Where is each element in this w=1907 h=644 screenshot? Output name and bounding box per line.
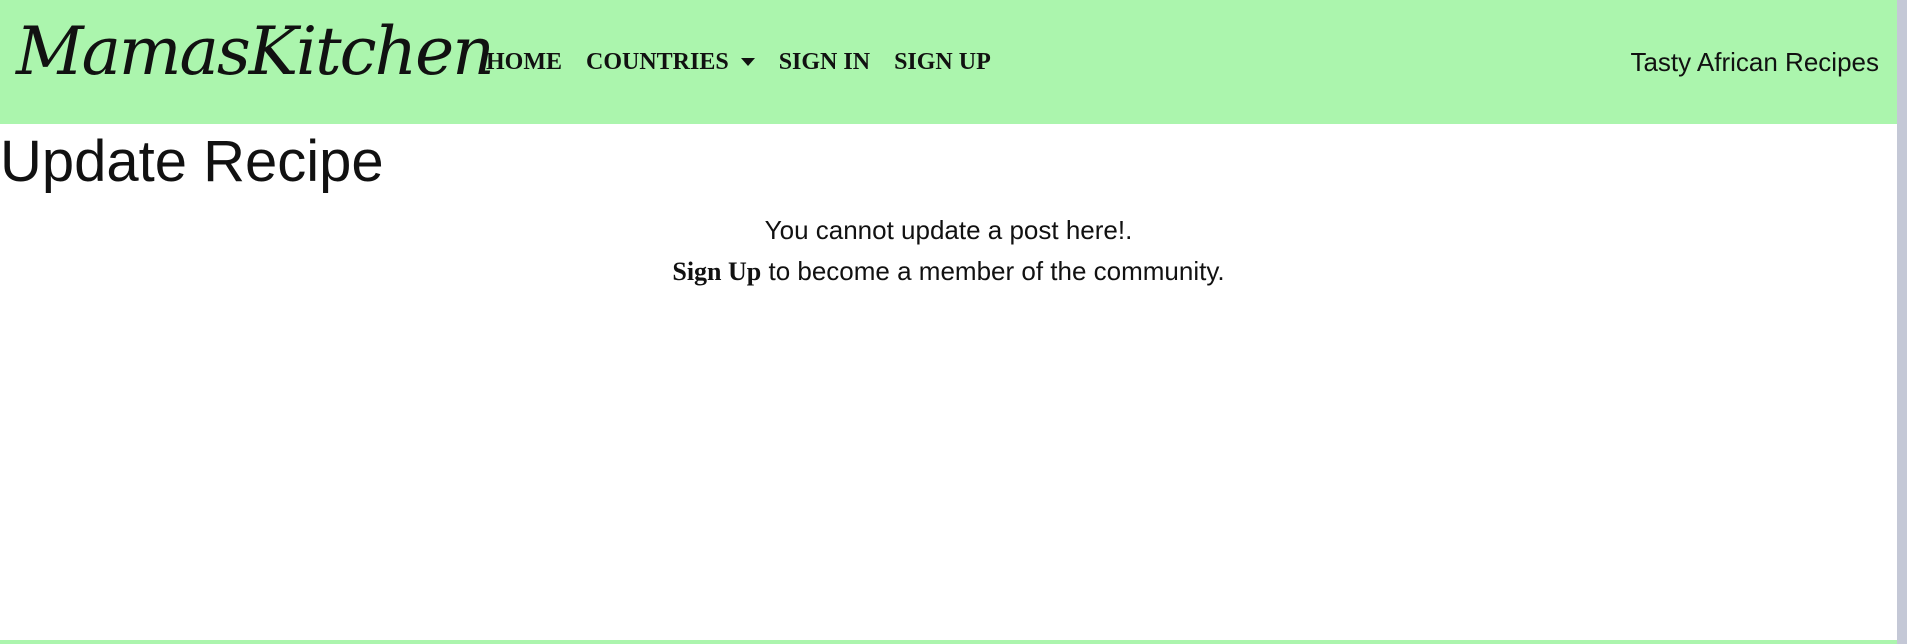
- message-line-2-text: to become a member of the community.: [761, 256, 1225, 286]
- window-scrollbar[interactable]: [1897, 0, 1907, 644]
- nav-sign-in-link[interactable]: SIGN IN: [779, 49, 870, 76]
- main-nav: HOME COUNTRIES SIGN IN SIGN UP: [486, 44, 1015, 80]
- nav-home-label: HOME: [486, 48, 562, 75]
- page: MamasKitchen HOME COUNTRIES SIGN IN SIGN…: [0, 0, 1907, 644]
- page-title: Update Recipe: [0, 129, 384, 194]
- brand-logo[interactable]: MamasKitchen: [16, 4, 495, 100]
- navbar: MamasKitchen HOME COUNTRIES SIGN IN SIGN…: [0, 0, 1897, 124]
- nav-countries-label: COUNTRIES: [586, 48, 729, 75]
- sign-up-link[interactable]: Sign Up: [672, 257, 761, 286]
- nav-sign-up-label: SIGN UP: [894, 48, 991, 75]
- caret-down-icon: [740, 58, 755, 66]
- message-line-2: Sign Up to become a member of the commun…: [0, 251, 1897, 292]
- permission-message: You cannot update a post here!. Sign Up …: [0, 210, 1897, 292]
- site-tagline: Tasty African Recipes: [1630, 47, 1879, 77]
- nav-sign-up-link[interactable]: SIGN UP: [894, 49, 991, 76]
- footer-divider: [0, 640, 1897, 644]
- nav-sign-in-label: SIGN IN: [778, 48, 871, 75]
- nav-home-link[interactable]: HOME: [486, 49, 562, 76]
- nav-countries-dropdown[interactable]: COUNTRIES: [586, 49, 755, 76]
- message-line-1: You cannot update a post here!.: [764, 215, 1133, 245]
